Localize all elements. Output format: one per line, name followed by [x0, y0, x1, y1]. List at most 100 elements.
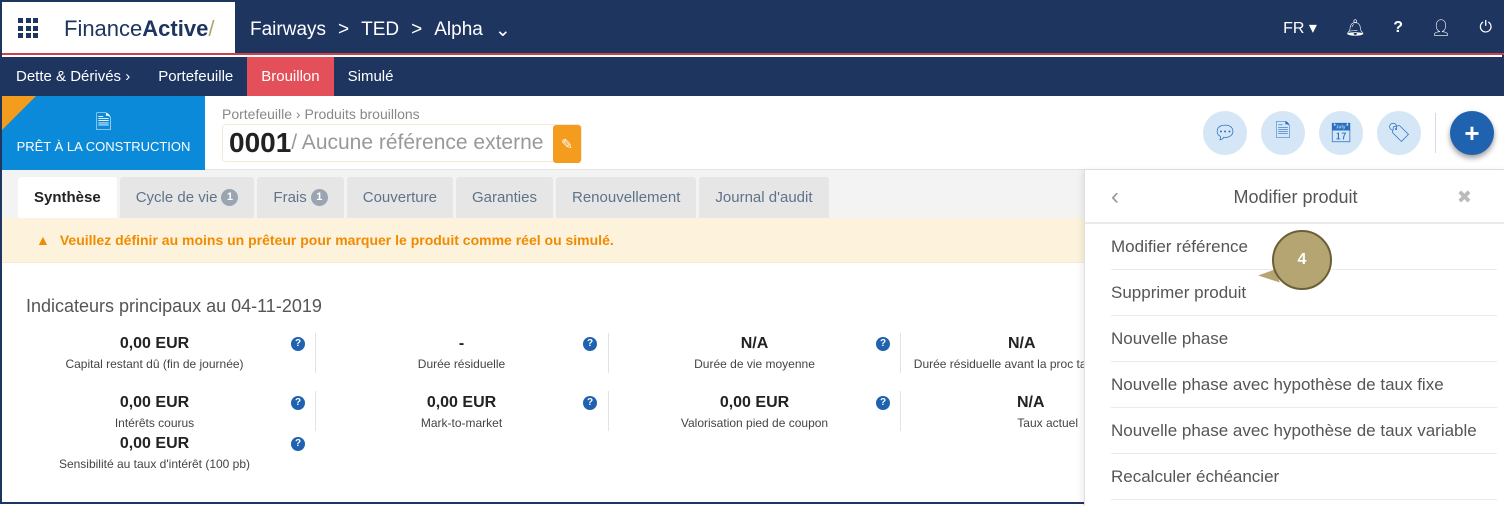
tab-renouvellement[interactable]: Renouvellement — [556, 177, 697, 218]
indicator-interets: 0,00 EUR Intérêts courus? — [8, 394, 305, 432]
divider — [315, 333, 316, 373]
secondary-nav: Dette & Dérivés › Portefeuille Brouillon… — [2, 57, 1504, 96]
language-select[interactable]: FR ▾ — [1283, 18, 1317, 38]
chevron-right-icon: > — [338, 19, 350, 40]
indicator-label: Intérêts courus — [114, 416, 195, 430]
indicator-value: 0,00 EUR — [119, 435, 190, 452]
document-icon: 🗎 — [1275, 121, 1291, 142]
indicator-capital: 0,00 EUR Capital restant dû (fin de journ… — [8, 335, 305, 373]
user-icon[interactable]: 👤︎ — [1431, 18, 1451, 38]
indicator-value: N/A — [740, 335, 769, 352]
back-chevron-icon[interactable]: ‹ — [1111, 170, 1119, 224]
crumb-fairways[interactable]: Fairways — [250, 19, 326, 42]
calendar-button[interactable]: 📅︎ — [1319, 111, 1363, 155]
indicator-label: Capital restant dû (fin de journée) — [65, 357, 244, 371]
indicator-value: N/A — [1008, 335, 1036, 352]
indicator-value: N/A — [1017, 394, 1045, 411]
count-badge: 1 — [310, 189, 328, 206]
indicator-value: 0,00 EUR — [426, 394, 497, 411]
menu-item-phase-taux-fixe[interactable]: Nouvelle phase avec hypothèse de taux fi… — [1111, 362, 1497, 408]
tab-label: Synthèse — [34, 189, 101, 206]
divider — [608, 333, 609, 373]
comment-button[interactable]: 💬︎ — [1203, 111, 1247, 155]
menu-item-phase-taux-variable[interactable]: Nouvelle phase avec hypothèse de taux va… — [1111, 408, 1497, 454]
step-callout: 4 — [1272, 230, 1332, 290]
external-reference: / Aucune référence externe — [291, 131, 544, 154]
section-title: Indicateurs principaux au 04-11-2019 — [26, 296, 322, 316]
indicator-taux-actuel: N/A Taux actuel — [900, 394, 1084, 432]
divider — [900, 391, 901, 431]
help-icon[interactable]: ? — [291, 437, 305, 451]
plus-icon: + — [1464, 117, 1480, 148]
tabs-bar: Synthèse Cycle de vie 1 Frais 1 Couverture… — [2, 170, 1084, 218]
add-button[interactable]: + — [1450, 111, 1494, 155]
indicator-label: Taux actuel — [1017, 416, 1078, 430]
divider — [608, 391, 609, 431]
chevron-down-icon[interactable]: ⌄ — [495, 19, 511, 42]
modify-product-panel: ‹ Modifier produit ✖ Modifier référence … — [1084, 170, 1504, 506]
help-icon[interactable]: ? — [583, 396, 597, 410]
indicator-value: 0,00 EUR — [719, 394, 790, 411]
tag-button[interactable]: 🏷︎ — [1377, 111, 1421, 155]
tab-cycle-de-vie[interactable]: Cycle de vie 1 — [119, 177, 255, 218]
help-icon[interactable]: ? — [876, 337, 890, 351]
nav-brouillon[interactable]: Brouillon — [247, 57, 334, 96]
warning-icon: ▲ — [36, 232, 50, 248]
language-label: FR — [1283, 19, 1305, 37]
top-bar: FinanceActive/ Fairways > TED > Alpha ⌄ … — [2, 2, 1504, 55]
indicator-label: Durée résiduelle avant la proc taux — [913, 357, 1084, 371]
indicator-label: Mark-to-market — [420, 416, 503, 430]
crumb-alpha[interactable]: Alpha — [434, 19, 483, 42]
help-icon[interactable]: ? — [291, 337, 305, 351]
help-icon[interactable]: ? — [876, 396, 890, 410]
indicator-sensibilite: 0,00 EUR Sensibilité au taux d'intérêt (1… — [8, 435, 305, 473]
nav-simule[interactable]: Simulé — [334, 57, 408, 96]
bell-icon[interactable]: 🔔︎ — [1345, 18, 1365, 38]
help-icon[interactable]: ? — [1393, 19, 1403, 37]
menu-item-recalculer[interactable]: Recalculer échéancier — [1111, 454, 1497, 500]
divider — [900, 333, 901, 373]
tab-frais[interactable]: Frais 1 — [257, 177, 344, 218]
help-icon[interactable]: ? — [291, 396, 305, 410]
apps-grid-icon[interactable] — [18, 18, 38, 38]
indicator-duree-vie: N/A Durée de vie moyenne? — [608, 335, 901, 373]
logo[interactable]: FinanceActive/ — [2, 2, 235, 53]
warning-text: Veuillez définir au moins un prêteur pou… — [59, 232, 614, 248]
tab-couverture[interactable]: Couverture — [346, 177, 453, 218]
power-icon[interactable]: ⏻ — [1479, 19, 1492, 37]
product-reference: 0001 / Aucune référence externe ✎ — [222, 124, 582, 163]
brand-name: FinanceActive/ — [64, 16, 215, 41]
tag-icon: 🏷︎ — [1386, 123, 1412, 144]
product-type-card: 🗎 PRÊT À LA CONSTRUCTION — [2, 96, 205, 170]
indicator-valorisation: 0,00 EUR Valorisation pied de coupon? — [608, 394, 901, 432]
indicator-label: Sensibilité au taux d'intérêt (100 pb) — [58, 457, 251, 471]
tab-label: Couverture — [362, 189, 437, 206]
crumb-ted[interactable]: TED — [361, 19, 399, 42]
product-header: 🗎 PRÊT À LA CONSTRUCTION Portefeuille › … — [2, 96, 1504, 170]
indicator-label: Durée résiduelle — [417, 357, 506, 371]
panel-title: Modifier produit — [1233, 187, 1358, 207]
edit-icon[interactable]: ✎ — [553, 125, 581, 163]
indicator-duree-proc: N/A Durée résiduelle avant la proc taux — [900, 335, 1084, 373]
context-breadcrumb: Fairways > TED > Alpha ⌄ — [250, 19, 511, 42]
divider — [315, 391, 316, 431]
document-button[interactable]: 🗎 — [1261, 111, 1305, 155]
indicator-label: Durée de vie moyenne — [694, 357, 815, 371]
tab-journal-audit[interactable]: Journal d'audit — [699, 177, 829, 218]
reference-number: 0001 — [229, 127, 292, 158]
menu-item-nouvelle-phase[interactable]: Nouvelle phase — [1111, 316, 1497, 362]
help-icon[interactable]: ? — [583, 337, 597, 351]
tab-garanties[interactable]: Garanties — [455, 177, 553, 218]
nav-portefeuille[interactable]: Portefeuille — [144, 57, 247, 96]
calendar-icon: 📅︎ — [1328, 123, 1354, 144]
tab-label: Frais — [273, 189, 307, 206]
indicator-duree-residuelle: - Durée résiduelle? — [315, 335, 608, 373]
nav-section-dette[interactable]: Dette & Dérivés › — [2, 57, 144, 96]
comment-icon: 💬︎ — [1212, 123, 1238, 144]
close-icon[interactable]: ✖ — [1457, 170, 1472, 224]
tab-synthese[interactable]: Synthèse — [18, 177, 117, 218]
divider — [1435, 113, 1436, 153]
indicator-value: 0,00 EUR — [119, 335, 190, 352]
chevron-right-icon: > — [411, 19, 423, 40]
tab-label: Renouvellement — [572, 189, 681, 206]
